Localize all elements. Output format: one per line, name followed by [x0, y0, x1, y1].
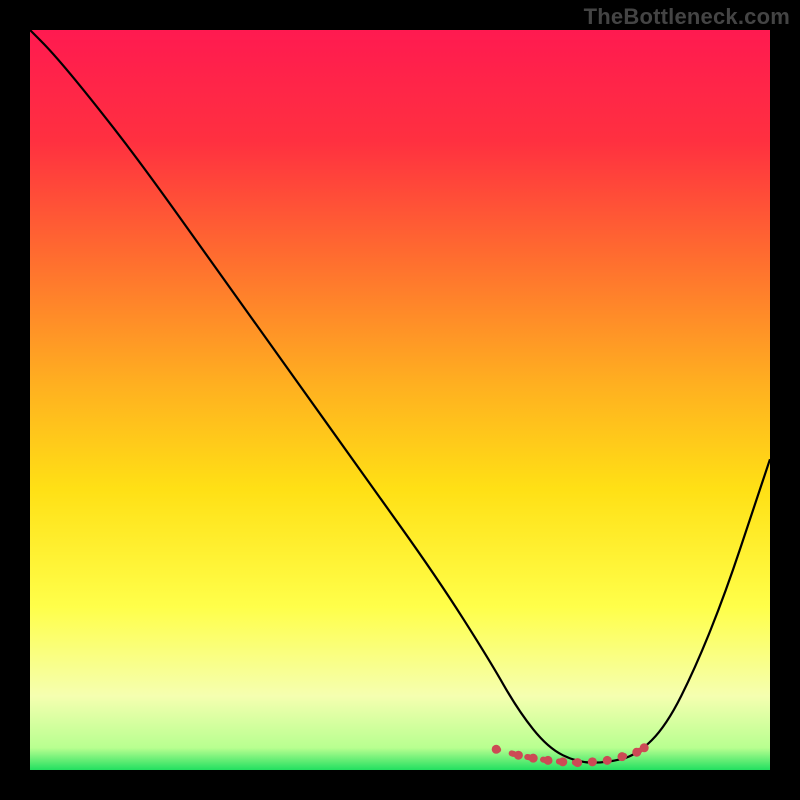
min-marker-dot — [544, 756, 553, 765]
min-marker-dot — [573, 758, 582, 767]
plot-area — [30, 30, 770, 770]
min-marker-dot — [514, 751, 523, 760]
gradient-background — [30, 30, 770, 770]
min-marker-dot — [588, 757, 597, 766]
chart-svg — [30, 30, 770, 770]
min-marker-dot — [529, 754, 538, 763]
watermark-text: TheBottleneck.com — [584, 4, 790, 30]
min-marker-dot — [618, 752, 627, 761]
min-marker-dot — [558, 757, 567, 766]
chart-container: TheBottleneck.com — [0, 0, 800, 800]
min-marker-dot — [492, 745, 501, 754]
min-marker-dot — [603, 756, 612, 765]
min-marker-dot — [640, 743, 649, 752]
